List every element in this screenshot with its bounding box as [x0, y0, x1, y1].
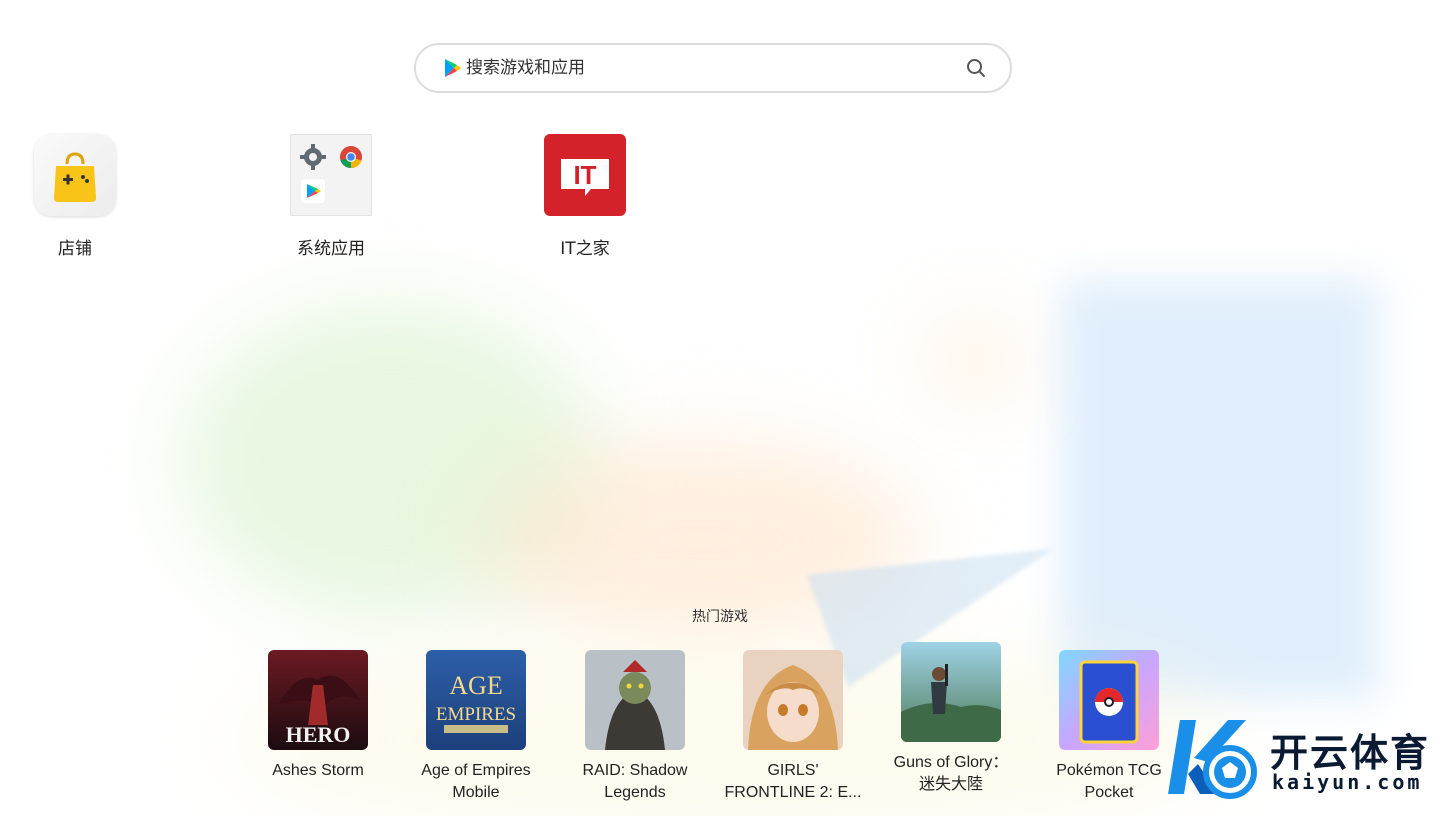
search-input[interactable] [466, 58, 964, 78]
game-girls-frontline-2[interactable]: GIRLS' FRONTLINE 2: E... [713, 650, 873, 804]
system-apps-folder-icon [290, 134, 372, 216]
app-store[interactable]: 店铺 [10, 134, 140, 259]
app-label: 系统应用 [297, 239, 365, 259]
hot-games-title: 热门游戏 [692, 609, 748, 625]
svg-text:IT: IT [573, 160, 596, 190]
game-name: GIRLS' FRONTLINE 2: E... [724, 762, 862, 801]
game-thumbnail [585, 650, 685, 750]
app-system-apps-folder[interactable]: 系统应用 [266, 134, 396, 259]
app-label: IT之家 [560, 239, 610, 259]
game-thumbnail: HERO [268, 650, 368, 750]
play-store-icon [301, 179, 325, 203]
chrome-icon [340, 146, 362, 169]
game-thumbnail: AGE EMPIRES [426, 650, 526, 750]
svg-text:HERO: HERO [286, 722, 351, 747]
game-name: Age of Empires Mobile [421, 762, 531, 801]
store-bag-icon [34, 134, 116, 216]
app-label: 店铺 [58, 239, 92, 259]
brand-name: 开云体育 [1270, 731, 1431, 775]
game-thumbnail [901, 642, 1001, 742]
game-thumbnail [743, 650, 843, 750]
brand-domain: kaiyun.com [1272, 770, 1423, 794]
search-bar[interactable] [414, 43, 1012, 93]
game-raid-shadow-legends[interactable]: RAID: Shadow Legends [555, 650, 715, 804]
game-name: RAID: Shadow Legends [582, 762, 688, 801]
svg-text:AGE: AGE [449, 671, 502, 700]
game-ashes-storm[interactable]: HERO Ashes Storm [238, 650, 398, 782]
game-age-of-empires-mobile[interactable]: AGE EMPIRES Age of Empires Mobile [396, 650, 556, 804]
game-name: Guns of Glory： 迷失大陸 [893, 754, 1009, 793]
game-thumbnail [1059, 650, 1159, 750]
svg-text:EMPIRES: EMPIRES [436, 704, 516, 725]
google-play-icon [445, 59, 461, 77]
search-icon[interactable] [964, 56, 988, 80]
brand-logo [1168, 720, 1257, 799]
app-ithome[interactable]: IT IT之家 [520, 134, 650, 259]
settings-gear-icon [300, 144, 326, 170]
it-home-icon: IT [544, 134, 626, 216]
game-guns-of-glory[interactable]: Guns of Glory： 迷失大陸 [871, 642, 1031, 796]
brand-watermark: 开云体育 kaiyun.com [1150, 712, 1440, 806]
game-name: Ashes Storm [272, 762, 364, 779]
